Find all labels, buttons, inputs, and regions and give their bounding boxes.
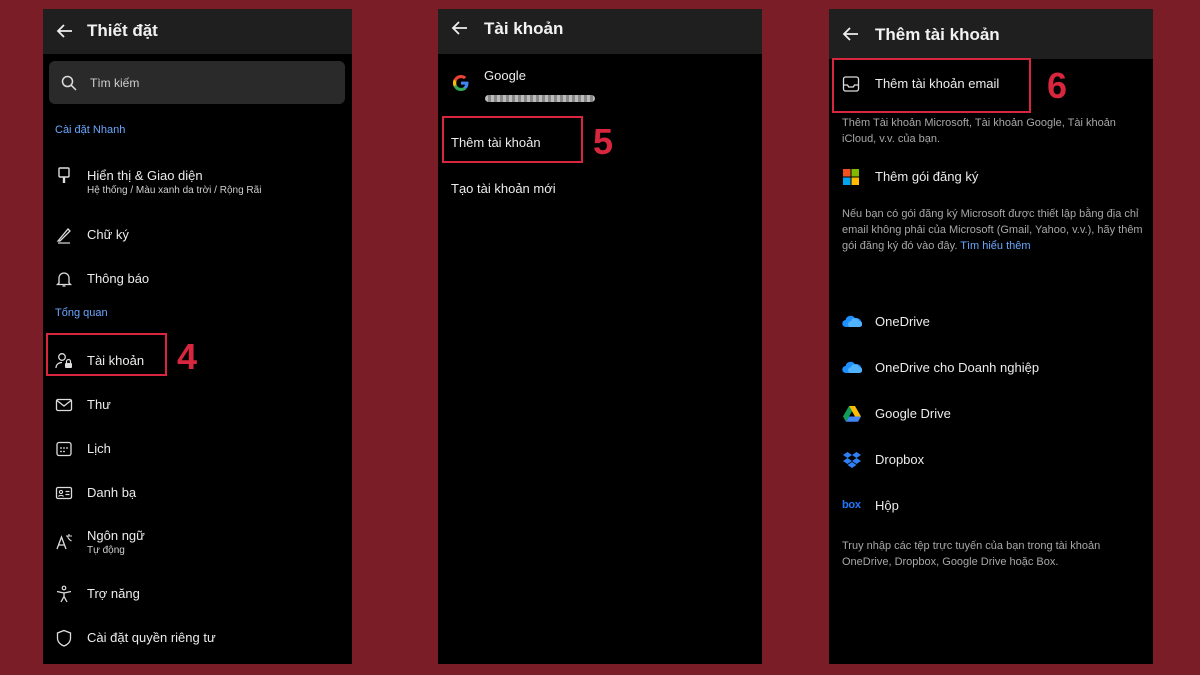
settings-item-label: Danh bạ [87, 485, 137, 500]
highlight-box [46, 333, 167, 376]
settings-item-signature[interactable]: Chữ ký [43, 220, 352, 250]
paint-brush-icon [58, 167, 70, 183]
settings-item-contacts[interactable]: Danh bạ [43, 478, 352, 508]
search-placeholder: Tìm kiếm [90, 76, 140, 90]
language-icon [56, 534, 72, 550]
box-icon: box [842, 499, 861, 511]
back-arrow-icon[interactable] [841, 24, 861, 44]
google-drive-icon [843, 406, 861, 422]
settings-item-label: Cài đặt quyền riêng tư [87, 630, 216, 645]
redacted-email [485, 95, 595, 102]
settings-item-accessibility[interactable]: Trợ năng [43, 579, 352, 609]
create-account-label: Tạo tài khoản mới [451, 181, 556, 196]
search-icon [61, 75, 77, 91]
learn-more-link[interactable]: Tìm hiểu thêm [960, 240, 1030, 252]
add-subscription-button[interactable]: Thêm gói đăng ký [829, 162, 1153, 192]
app-bar: Tài khoản [438, 9, 762, 54]
dropbox-icon [843, 452, 861, 468]
storage-label: OneDrive [875, 314, 930, 329]
calendar-icon [56, 441, 72, 457]
add-email-description: Thêm Tài khoản Microsoft, Tài khoản Goog… [842, 117, 1116, 145]
settings-item-notifications[interactable]: Thông báo [43, 264, 352, 294]
create-account-button[interactable]: Tạo tài khoản mới [438, 174, 762, 204]
subscription-description: Nếu bạn có gói đăng ký Microsoft được th… [842, 206, 1143, 254]
highlight-box [832, 58, 1031, 113]
back-arrow-icon[interactable] [450, 18, 470, 38]
accessibility-icon [56, 585, 72, 603]
section-overview: Tổng quan [55, 307, 108, 319]
storage-item-dropbox[interactable]: Dropbox [829, 445, 1153, 475]
settings-item-label: Thông báo [87, 271, 150, 286]
page-title: Tài khoản [484, 19, 564, 38]
step-number: 4 [177, 336, 198, 377]
page-title: Thêm tài khoản [875, 25, 1000, 44]
back-arrow-icon[interactable] [55, 21, 75, 41]
bell-icon [55, 272, 73, 287]
settings-item-label: Ngôn ngữ [87, 528, 145, 543]
settings-item-label: Trợ năng [87, 586, 140, 601]
storage-item-onedrive[interactable]: OneDrive [829, 307, 1153, 337]
storage-item-onedrive-business[interactable]: OneDrive cho Doanh nghiệp [829, 353, 1153, 383]
settings-item-label: Chữ ký [87, 227, 129, 242]
add-subscription-label: Thêm gói đăng ký [875, 169, 979, 184]
account-provider-name: Google [484, 68, 526, 83]
app-bar: Thêm tài khoản [829, 9, 1153, 59]
google-icon [452, 74, 469, 92]
step-number: 5 [593, 121, 614, 162]
settings-item-mail[interactable]: Thư [43, 390, 352, 420]
storage-label: Google Drive [875, 406, 951, 421]
onedrive-icon [842, 361, 862, 374]
storage-item-google-drive[interactable]: Google Drive [829, 399, 1153, 429]
settings-item-privacy[interactable]: Cài đặt quyền riêng tư [43, 623, 352, 653]
settings-item-label: Lịch [87, 441, 111, 456]
settings-item-calendar[interactable]: Lịch [43, 434, 352, 464]
onedrive-icon [842, 315, 862, 328]
microsoft-logo-icon [843, 169, 859, 185]
highlight-box [442, 116, 583, 163]
storage-description: Truy nhập các tệp trực tuyến của bạn tro… [842, 540, 1101, 568]
storage-label: OneDrive cho Doanh nghiệp [875, 360, 1040, 375]
accounts-panel: Tài khoản Google Thêm tài khoản 5 Tạo tà… [438, 9, 762, 664]
shield-icon [56, 629, 72, 647]
settings-item-label: Hiển thị & Giao diện [87, 168, 203, 183]
settings-item-subtitle: Hệ thống / Màu xanh da trời / Rộng Rãi [87, 185, 262, 196]
search-input[interactable]: Tìm kiếm [49, 61, 345, 104]
mail-icon [55, 398, 73, 412]
signature-pen-icon [56, 228, 71, 244]
storage-label: Dropbox [875, 452, 925, 467]
app-bar: Thiết đặt [43, 9, 352, 54]
section-quick-settings: Cài đặt Nhanh [55, 124, 126, 136]
storage-item-box[interactable]: box Hộp [829, 491, 1153, 521]
settings-item-subtitle: Tự động [87, 545, 125, 556]
settings-item-display[interactable]: Hiển thị & Giao diện Hệ thống / Màu xanh… [43, 161, 352, 197]
settings-item-label: Thư [87, 397, 111, 412]
contact-card-icon [55, 486, 73, 500]
storage-label: Hộp [875, 498, 899, 513]
step-number: 6 [1047, 65, 1068, 106]
page-title: Thiết đặt [87, 21, 158, 40]
settings-item-language[interactable]: Ngôn ngữ Tự động [43, 521, 352, 557]
add-account-panel: Thêm tài khoản Thêm tài khoản email 6 Th… [829, 9, 1153, 664]
